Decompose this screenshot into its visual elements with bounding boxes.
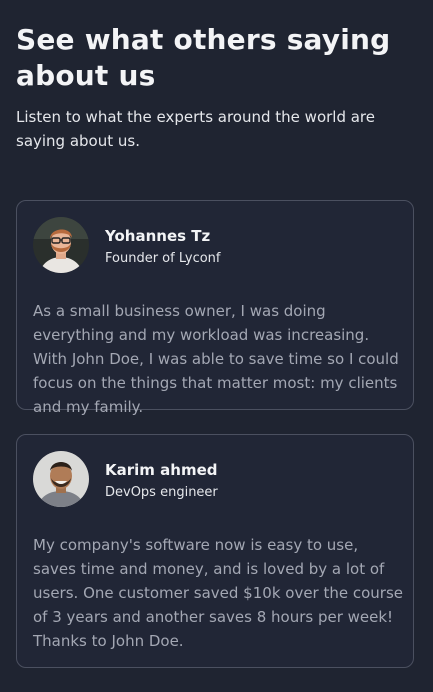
avatar xyxy=(33,451,89,507)
testimonial-role: DevOps engineer xyxy=(105,485,218,500)
testimonial-card: Yohannes Tz Founder of Lyconf As a small… xyxy=(16,200,414,416)
testimonial-name: Karim ahmed xyxy=(105,461,218,479)
testimonial-card: Karim ahmed DevOps engineer My company's… xyxy=(16,434,414,668)
testimonial-quote: My company's software now is easy to use… xyxy=(33,536,404,650)
testimonial-role: Founder of Lyconf xyxy=(105,251,221,266)
avatar-photo-icon xyxy=(33,217,89,273)
testimonials-section: See what others saying about us Listen t… xyxy=(0,0,433,692)
section-subheading: Listen to what the experts around the wo… xyxy=(16,108,375,150)
testimonial-quote: As a small business owner, I was doing e… xyxy=(33,302,399,416)
avatar-photo-icon xyxy=(33,451,89,507)
avatar xyxy=(33,217,89,273)
section-heading: See what others saying about us xyxy=(16,23,391,92)
testimonial-name: Yohannes Tz xyxy=(105,227,211,245)
